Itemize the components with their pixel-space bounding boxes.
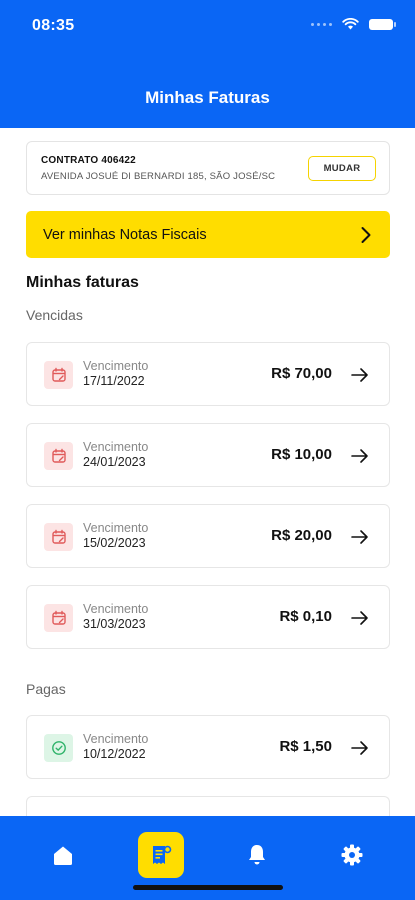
invoice-card-overdue[interactable]: Vencimento 17/11/2022 R$ 70,00 bbox=[26, 342, 390, 406]
invoice-amount: R$ 20,00 bbox=[271, 527, 332, 544]
arrow-right-icon bbox=[351, 449, 368, 463]
app-header: 08:35 Minhas Faturas bbox=[0, 0, 415, 128]
overdue-calendar-icon bbox=[44, 523, 73, 551]
wifi-icon bbox=[342, 18, 359, 30]
contract-address: AVENIDA JOSUÉ DI BERNARDI 185, SÃO JOSÉ/… bbox=[41, 171, 276, 182]
bottom-navigation bbox=[0, 816, 415, 900]
invoice-card-paid[interactable]: Vencimento 10/12/2022 R$ 1,50 bbox=[26, 715, 390, 779]
fiscal-notes-banner[interactable]: Ver minhas Notas Fiscais bbox=[26, 211, 390, 258]
invoice-due-label: Vencimento bbox=[83, 359, 149, 373]
overdue-calendar-icon bbox=[44, 361, 73, 389]
overdue-calendar-icon bbox=[44, 604, 73, 632]
invoices-section-title: Minhas faturas bbox=[26, 274, 139, 291]
invoice-due-date: 17/11/2022 bbox=[83, 374, 145, 388]
invoice-amount: R$ 1,50 bbox=[279, 738, 332, 755]
nav-home[interactable] bbox=[40, 832, 86, 878]
invoice-due-date: 10/12/2022 bbox=[83, 747, 146, 761]
arrow-right-icon bbox=[351, 611, 368, 625]
overdue-calendar-icon bbox=[44, 442, 73, 470]
invoice-due-date: 24/01/2023 bbox=[83, 455, 146, 469]
nav-notifications[interactable] bbox=[234, 832, 280, 878]
invoice-amount: R$ 10,00 bbox=[271, 446, 332, 463]
battery-icon bbox=[369, 18, 396, 30]
overdue-group-label: Vencidas bbox=[26, 307, 83, 323]
arrow-right-icon bbox=[351, 368, 368, 382]
status-icons bbox=[311, 18, 396, 30]
arrow-right-icon bbox=[351, 530, 368, 544]
signal-icon bbox=[311, 22, 332, 26]
invoice-card-overdue[interactable]: Vencimento 31/03/2023 R$ 0,10 bbox=[26, 585, 390, 649]
arrow-right-icon bbox=[351, 741, 368, 755]
gear-icon bbox=[341, 844, 363, 866]
invoice-amount: R$ 0,10 bbox=[279, 608, 332, 625]
page-title: Minhas Faturas bbox=[145, 88, 270, 107]
invoice-card-overdue[interactable]: Vencimento 15/02/2023 R$ 20,00 bbox=[26, 504, 390, 568]
chevron-right-icon bbox=[361, 226, 371, 243]
status-time: 08:35 bbox=[32, 17, 75, 34]
invoice-due-label: Vencimento bbox=[83, 521, 149, 535]
paid-group-label: Pagas bbox=[26, 681, 66, 697]
contract-title: CONTRATO 406422 bbox=[41, 155, 136, 166]
invoice-icon bbox=[153, 845, 172, 864]
invoice-due-label: Vencimento bbox=[83, 602, 149, 616]
change-contract-button[interactable]: MUDAR bbox=[308, 156, 376, 181]
home-indicator bbox=[133, 885, 283, 890]
invoice-due-date: 31/03/2023 bbox=[83, 617, 146, 631]
contract-card: CONTRATO 406422 AVENIDA JOSUÉ DI BERNARD… bbox=[26, 141, 390, 195]
nav-settings[interactable] bbox=[329, 832, 375, 878]
home-icon bbox=[54, 846, 72, 865]
invoice-due-label: Vencimento bbox=[83, 440, 149, 454]
invoice-due-label: Vencimento bbox=[83, 732, 149, 746]
fiscal-notes-label: Ver minhas Notas Fiscais bbox=[43, 226, 207, 243]
bell-icon bbox=[249, 845, 265, 865]
invoice-due-date: 15/02/2023 bbox=[83, 536, 146, 550]
invoice-amount: R$ 70,00 bbox=[271, 365, 332, 382]
paid-check-icon bbox=[44, 734, 73, 762]
nav-invoices[interactable] bbox=[138, 832, 184, 878]
invoice-card-overdue[interactable]: Vencimento 24/01/2023 R$ 10,00 bbox=[26, 423, 390, 487]
